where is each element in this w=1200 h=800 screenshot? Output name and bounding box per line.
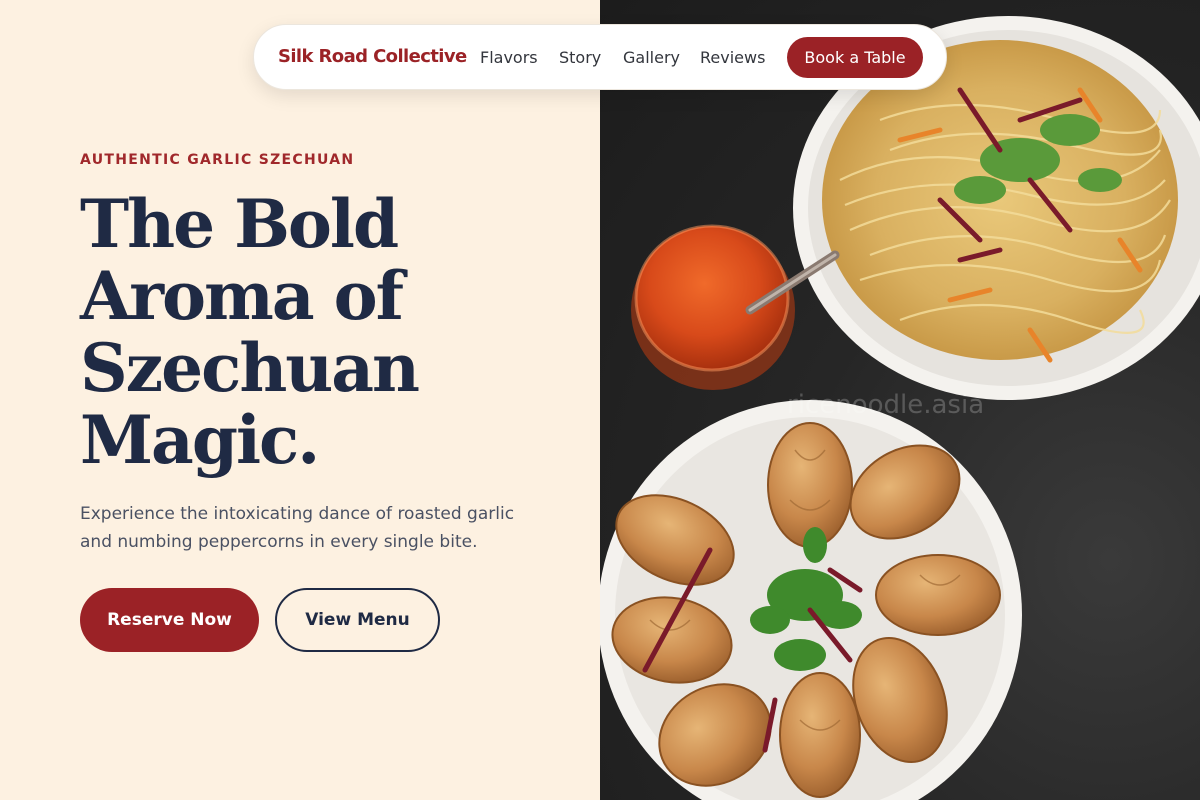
nav-link-story[interactable]: Story <box>559 48 601 67</box>
nav-link-reviews[interactable]: Reviews <box>700 48 765 67</box>
hero-eyebrow: AUTHENTIC GARLIC SZECHUAN <box>80 152 355 168</box>
hero-headline: The Bold Aroma of Szechuan Magic. <box>80 188 560 476</box>
image-watermark: ricenoodle.asia <box>787 390 985 420</box>
momo-plate <box>600 400 1022 800</box>
nav-link-flavors[interactable]: Flavors <box>480 48 538 67</box>
nav-link-gallery[interactable]: Gallery <box>623 48 680 67</box>
book-table-button[interactable]: Book a Table <box>787 37 923 78</box>
headline-line: Aroma of <box>80 257 404 335</box>
headline-line: The Bold <box>80 185 399 263</box>
headline-line: Szechuan <box>80 329 420 407</box>
brand-logo[interactable]: Silk Road Collective <box>278 46 467 67</box>
reserve-now-button[interactable]: Reserve Now <box>80 588 259 652</box>
hero-food-image: ricenoodle.asia <box>600 0 1200 800</box>
hero-subtitle: Experience the intoxicating dance of roa… <box>80 504 515 552</box>
headline-line: Magic. <box>80 401 320 479</box>
top-nav: Silk Road Collective Flavors Story Galle… <box>253 24 947 90</box>
view-menu-button[interactable]: View Menu <box>275 588 440 652</box>
hero-text-panel: AUTHENTIC GARLIC SZECHUAN The Bold Aroma… <box>0 0 600 800</box>
